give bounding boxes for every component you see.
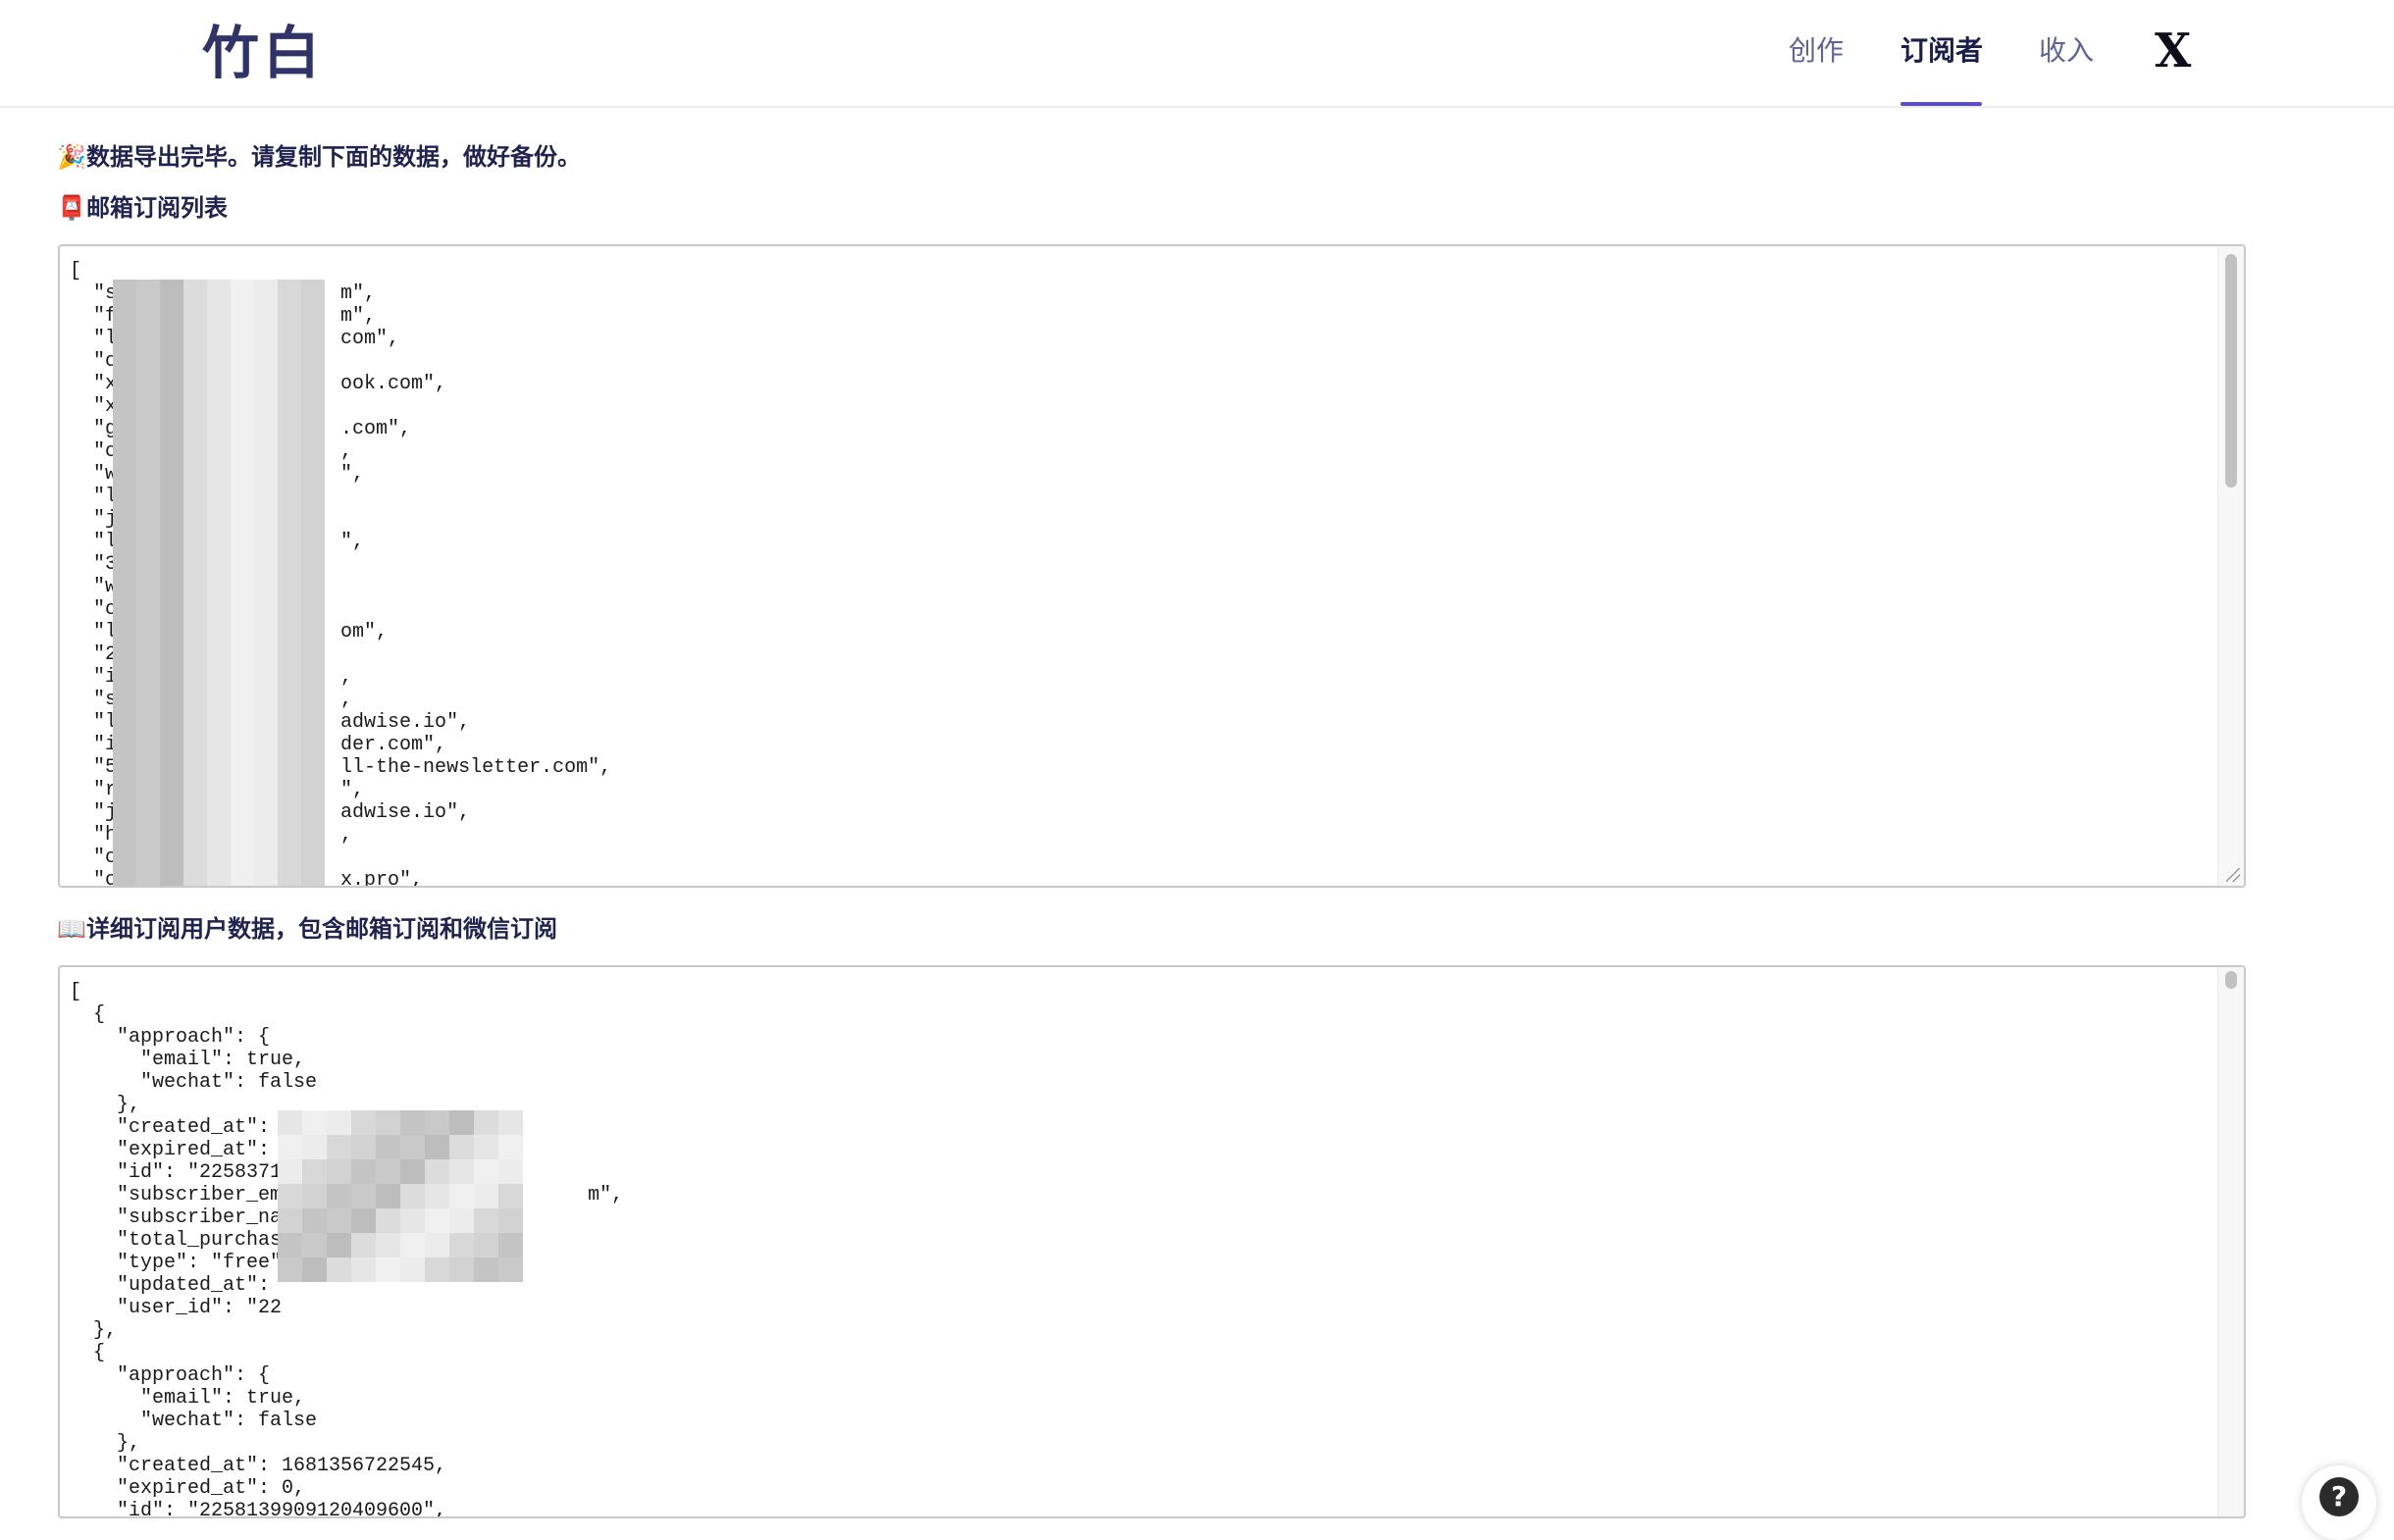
- redaction-mosaic: [113, 280, 327, 886]
- question-icon: ?: [2319, 1477, 2359, 1516]
- export-success-message: 🎉数据导出完毕。请复制下面的数据，做好备份。: [57, 140, 581, 174]
- help-button[interactable]: ?: [2302, 1465, 2376, 1540]
- x-icon[interactable]: X: [2155, 24, 2191, 78]
- export-success-text: 数据导出完毕。请复制下面的数据，做好备份。: [86, 143, 581, 171]
- nav-tab-income[interactable]: 收入: [2039, 29, 2094, 73]
- nav-tab-subscribers[interactable]: 订阅者: [1900, 29, 1983, 73]
- email-list-title: 邮箱订阅列表: [86, 194, 228, 222]
- detail-data-textarea[interactable]: [ { "approach": { "email": true, "wechat…: [58, 965, 2246, 1518]
- party-popper-icon: 🎉: [57, 143, 86, 171]
- email-list-scrollbar[interactable]: [2217, 246, 2244, 886]
- email-list-heading: 📮邮箱订阅列表: [57, 191, 228, 225]
- redaction-mosaic: [278, 1110, 523, 1291]
- detail-data-title: 详细订阅用户数据，包含邮箱订阅和微信订阅: [86, 915, 557, 943]
- detail-data-scroll-thumb[interactable]: [2225, 971, 2237, 989]
- active-tab-indicator: [1900, 102, 1982, 106]
- email-list-textarea[interactable]: [ "s m", "f m", "l com", "c "x ook.com",…: [58, 244, 2246, 888]
- resize-handle-icon[interactable]: [2226, 868, 2240, 882]
- email-list-scroll-thumb[interactable]: [2225, 254, 2237, 488]
- email-list-content: [ "s m", "f m", "l com", "c "x ook.com",…: [70, 260, 612, 888]
- detail-data-heading: 📖详细订阅用户数据，包含邮箱订阅和微信订阅: [57, 912, 557, 946]
- mailbox-icon: 📮: [57, 194, 86, 222]
- open-book-icon: 📖: [57, 915, 86, 943]
- nav-tab-create[interactable]: 创作: [1789, 29, 1844, 73]
- site-logo[interactable]: 竹白: [202, 16, 324, 90]
- top-navigation-bar: 竹白 创作 订阅者 收入 X: [0, 0, 2394, 108]
- detail-data-scrollbar[interactable]: [2217, 967, 2244, 1516]
